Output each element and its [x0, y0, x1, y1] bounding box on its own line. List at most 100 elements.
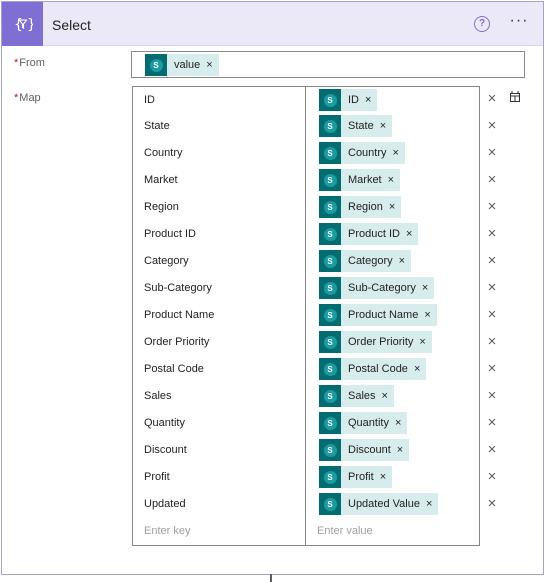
map-key-input[interactable]: ID: [132, 86, 306, 114]
delete-row-icon[interactable]: ×: [485, 172, 499, 187]
map-key-input[interactable]: Product Name: [132, 302, 306, 330]
map-value-input[interactable]: S Updated Value ×: [306, 491, 480, 519]
map-key-input[interactable]: Order Priority: [132, 329, 306, 357]
map-value-input[interactable]: S State ×: [306, 113, 480, 141]
map-value-input[interactable]: S ID ×: [306, 86, 480, 114]
remove-token-icon[interactable]: ×: [395, 417, 401, 429]
map-value-input[interactable]: S Sales ×: [306, 383, 480, 411]
value-token[interactable]: S Sales ×: [319, 385, 394, 407]
from-token[interactable]: S value ×: [145, 54, 219, 76]
map-value-input[interactable]: S Quantity ×: [306, 410, 480, 438]
remove-token-icon[interactable]: ×: [388, 174, 394, 186]
map-value-input[interactable]: S Product ID ×: [306, 221, 480, 249]
delete-row-icon[interactable]: ×: [485, 253, 499, 268]
delete-row-icon[interactable]: ×: [485, 118, 499, 133]
from-input[interactable]: S value ×: [131, 51, 525, 78]
delete-row-icon[interactable]: ×: [485, 415, 499, 430]
map-key-input[interactable]: Profit: [132, 464, 306, 492]
value-token[interactable]: S Quantity ×: [319, 412, 408, 434]
value-token[interactable]: S Country ×: [319, 142, 405, 164]
remove-token-icon[interactable]: ×: [393, 147, 399, 159]
map-key-input[interactable]: Updated: [132, 491, 306, 519]
token-label: Product Name: [348, 309, 419, 321]
map-value-input[interactable]: S Profit ×: [306, 464, 480, 492]
map-value-input[interactable]: S Country ×: [306, 140, 480, 168]
remove-token-icon[interactable]: ×: [414, 363, 420, 375]
remove-token-icon[interactable]: ×: [426, 498, 432, 510]
new-key-input[interactable]: Enter key: [132, 518, 306, 546]
delete-row-icon[interactable]: ×: [485, 469, 499, 484]
map-value-input[interactable]: S Product Name ×: [306, 302, 480, 330]
map-key-input[interactable]: Quantity: [132, 410, 306, 438]
value-token[interactable]: S Product Name ×: [319, 304, 437, 326]
remove-token-icon[interactable]: ×: [389, 201, 395, 213]
map-key-input[interactable]: Product ID: [132, 221, 306, 249]
switch-map-mode-icon[interactable]: [508, 90, 522, 104]
more-options-icon[interactable]: ···: [507, 13, 531, 32]
delete-row-icon[interactable]: ×: [485, 199, 499, 214]
map-key-input[interactable]: Region: [132, 194, 306, 222]
map-key-input[interactable]: Sales: [132, 383, 306, 411]
sharepoint-icon: S: [145, 54, 167, 76]
remove-token-icon[interactable]: ×: [380, 471, 386, 483]
map-row: Country S Country ×: [132, 140, 480, 168]
remove-token-icon[interactable]: ×: [406, 228, 412, 240]
remove-token-icon[interactable]: ×: [419, 336, 425, 348]
value-token[interactable]: S Product ID ×: [319, 223, 419, 245]
value-token[interactable]: S ID ×: [319, 89, 378, 111]
map-key-input[interactable]: Discount: [132, 437, 306, 465]
map-key-input[interactable]: Sub-Category: [132, 275, 306, 303]
delete-row-icon[interactable]: ×: [485, 91, 499, 106]
map-row: ID S ID ×: [132, 86, 480, 114]
delete-row-icon[interactable]: ×: [485, 280, 499, 295]
remove-token-icon[interactable]: ×: [399, 255, 405, 267]
value-token[interactable]: S Postal Code ×: [319, 358, 427, 380]
map-key-input[interactable]: Category: [132, 248, 306, 276]
remove-token-icon[interactable]: ×: [365, 94, 371, 106]
delete-row-icon[interactable]: ×: [485, 145, 499, 160]
token-label: Discount: [348, 444, 391, 456]
value-token[interactable]: S Discount ×: [319, 439, 410, 461]
token-label: Country: [348, 147, 387, 159]
delete-row-icon[interactable]: ×: [485, 388, 499, 403]
value-token[interactable]: S Order Priority ×: [319, 331, 432, 353]
remove-token-icon[interactable]: ×: [424, 309, 430, 321]
value-token[interactable]: S Updated Value ×: [319, 493, 439, 515]
delete-row-icon[interactable]: ×: [485, 361, 499, 376]
remove-token-icon[interactable]: ×: [397, 444, 403, 456]
value-token[interactable]: S Sub-Category ×: [319, 277, 435, 299]
delete-row-icon[interactable]: ×: [485, 334, 499, 349]
map-key-input[interactable]: Country: [132, 140, 306, 168]
remove-token-icon[interactable]: ×: [382, 390, 388, 402]
delete-row-icon[interactable]: ×: [485, 307, 499, 322]
remove-token-icon[interactable]: ×: [422, 282, 428, 294]
map-value-input[interactable]: S Category ×: [306, 248, 480, 276]
map-value-input[interactable]: S Order Priority ×: [306, 329, 480, 357]
map-value-input[interactable]: S Market ×: [306, 167, 480, 195]
card-header[interactable]: { } Select ? ···: [2, 2, 543, 46]
card-title: Select: [52, 17, 91, 33]
sharepoint-icon: S: [319, 89, 341, 111]
map-row: Product ID S Product ID ×: [132, 221, 480, 249]
new-value-input[interactable]: Enter value: [306, 518, 480, 546]
sharepoint-icon: S: [319, 115, 341, 137]
remove-token-icon[interactable]: ×: [380, 120, 386, 132]
value-token[interactable]: S Market ×: [319, 169, 401, 191]
remove-token-icon[interactable]: ×: [206, 59, 212, 71]
map-key-input[interactable]: Postal Code: [132, 356, 306, 384]
map-value-input[interactable]: S Discount ×: [306, 437, 480, 465]
help-icon[interactable]: ?: [474, 16, 490, 32]
map-key-input[interactable]: State: [132, 113, 306, 141]
delete-row-icon[interactable]: ×: [485, 226, 499, 241]
delete-row-icon[interactable]: ×: [485, 442, 499, 457]
map-key-input[interactable]: Market: [132, 167, 306, 195]
map-value-input[interactable]: S Sub-Category ×: [306, 275, 480, 303]
value-token[interactable]: S Region ×: [319, 196, 402, 218]
value-token[interactable]: S Category ×: [319, 250, 412, 272]
value-token[interactable]: S Profit ×: [319, 466, 393, 488]
map-row: Product Name S Product Name ×: [132, 302, 480, 330]
map-value-input[interactable]: S Region ×: [306, 194, 480, 222]
value-token[interactable]: S State ×: [319, 115, 393, 137]
delete-row-icon[interactable]: ×: [485, 496, 499, 511]
map-value-input[interactable]: S Postal Code ×: [306, 356, 480, 384]
